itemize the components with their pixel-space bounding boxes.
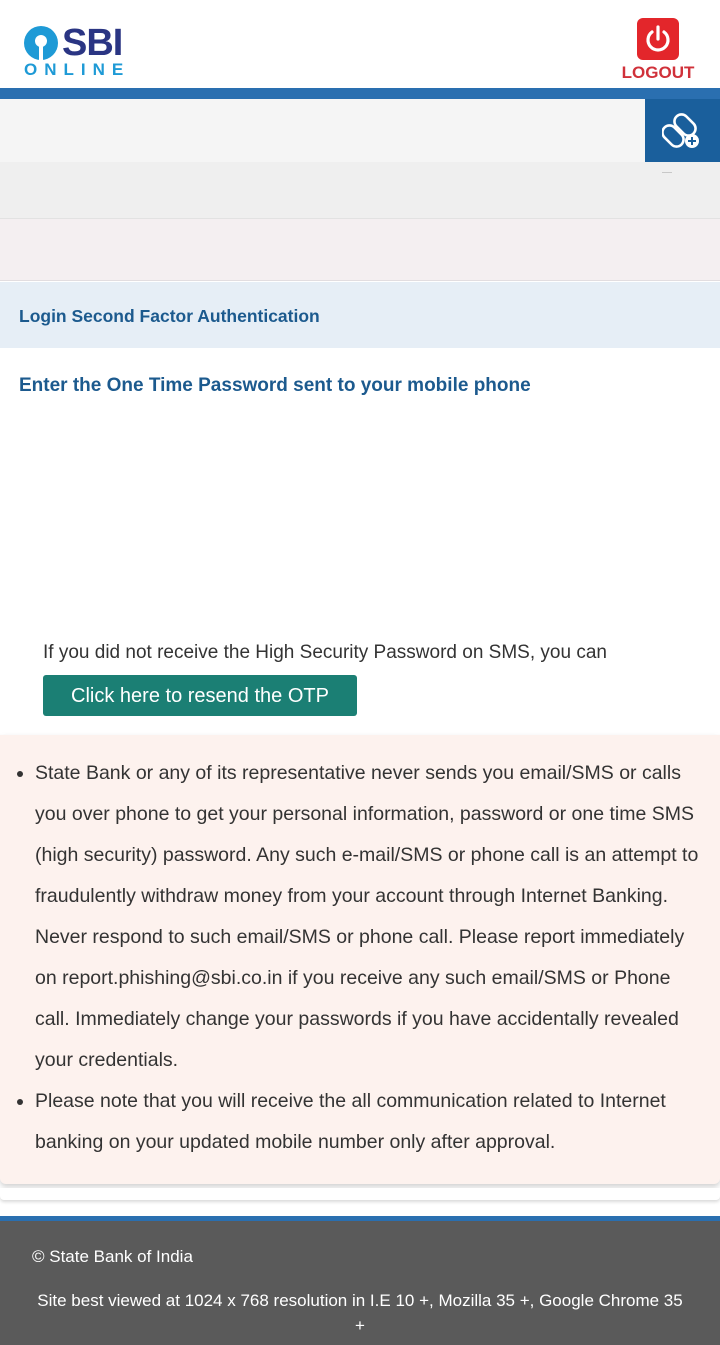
security-notice: State Bank or any of its representative … <box>0 735 720 1184</box>
resend-prompt: If you did not receive the High Security… <box>43 642 607 663</box>
footer: © State Bank of India Site best viewed a… <box>0 1221 720 1345</box>
section-title: Login Second Factor Authentication <box>19 306 320 326</box>
power-icon <box>637 18 679 60</box>
quick-links-button[interactable] <box>645 99 720 162</box>
resend-otp-button[interactable]: Click here to resend the OTP <box>43 675 357 716</box>
sbi-online-logo[interactable]: SBI ONLINE <box>24 22 124 80</box>
header: SBI ONLINE LOGOUT <box>0 0 720 88</box>
card-shadow <box>0 1188 720 1200</box>
sbi-logo-icon <box>24 26 58 60</box>
notice-item-communication: Please note that you will receive the al… <box>17 1081 699 1163</box>
notice-item-phishing: State Bank or any of its representative … <box>17 753 699 1081</box>
otp-heading: Enter the One Time Password sent to your… <box>19 375 531 396</box>
notice-list: State Bank or any of its representative … <box>17 753 699 1163</box>
logo-text-sbi: SBI <box>62 22 123 64</box>
breadcrumb-row <box>0 219 720 281</box>
logout-label: LOGOUT <box>621 63 695 82</box>
copyright-text: © State Bank of India <box>32 1247 193 1266</box>
submenu-row <box>0 162 720 219</box>
header-divider <box>0 88 720 99</box>
menu-row <box>0 99 720 162</box>
browser-support-text: Site best viewed at 1024 x 768 resolutio… <box>37 1291 683 1335</box>
divider <box>662 172 672 173</box>
section-header: Login Second Factor Authentication <box>0 282 720 348</box>
logout-button[interactable]: LOGOUT <box>620 18 696 84</box>
logo-text-online: ONLINE <box>24 60 131 79</box>
link-add-icon <box>662 113 699 148</box>
